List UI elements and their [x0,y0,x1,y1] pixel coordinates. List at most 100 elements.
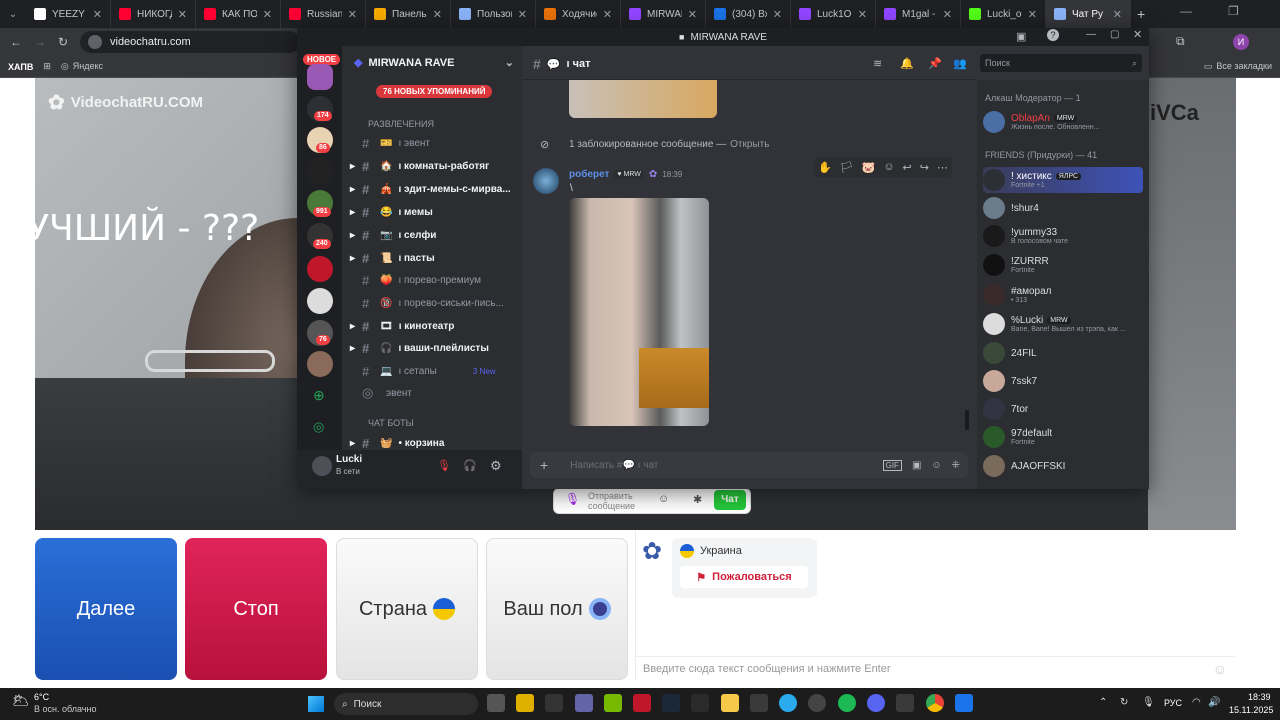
mic-icon[interactable]: 🎙 [565,492,580,506]
site-message-input[interactable]: Введите сюда текст сообщения и нажмите E… [635,656,1235,680]
inbox-icon[interactable]: ▣ [1016,30,1026,43]
apps-icon[interactable]: ⁜ [952,460,960,471]
guild-3[interactable] [307,158,333,184]
windows-start-icon[interactable] [308,696,324,712]
back-icon[interactable]: ← [10,35,22,49]
spotify-icon[interactable] [838,694,856,712]
guild-6[interactable] [307,256,333,282]
smile-icon[interactable]: ☺ [658,493,669,505]
member-item[interactable]: 97default Fortnite [983,424,1052,450]
tab-close-icon[interactable]: ✕ [433,8,442,21]
member-item[interactable]: 7ssk7 [983,368,1037,394]
server-name[interactable]: ◆ MIRWANA RAVE ⌄ [354,56,514,70]
member-item[interactable]: AJAOFFSKI [983,453,1065,479]
nvidia-icon[interactable] [604,694,622,712]
member-item[interactable]: !shur4 [983,195,1039,221]
channel-category[interactable]: РАЗВЛЕЧЕНИЯ [350,115,434,133]
explore-icon[interactable]: ◎ [313,419,324,435]
extensions-icon[interactable]: ⧉ [1176,34,1185,49]
hand-emoji-icon[interactable]: ✋ [818,161,832,174]
browser-tab[interactable]: КАК ПОГИ ✕ [196,0,281,28]
tray-mic-icon[interactable]: 🎙 [1142,697,1155,708]
guild-7[interactable] [307,288,333,314]
add-server-icon[interactable]: ⊕ [313,387,325,404]
app-red-icon[interactable] [633,694,651,712]
browser-tab[interactable]: Russian Ra ✕ [281,0,366,28]
app-circle-icon[interactable] [808,694,826,712]
member-item[interactable]: !yummy33 В голосовом чате [983,223,1068,249]
teams-icon[interactable] [575,694,593,712]
telegram-icon[interactable] [779,694,797,712]
apps-grid-icon[interactable]: ⊞ [43,61,51,72]
author-avatar[interactable] [533,168,559,194]
tab-close-icon[interactable]: ✕ [773,8,782,21]
tab-close-icon[interactable]: ✕ [178,8,187,21]
bell-icon[interactable]: 🔔 [900,57,914,70]
tab-close-icon[interactable]: ✕ [1028,8,1037,21]
minimize-browser-button[interactable]: — [1180,4,1192,18]
language-indicator[interactable]: РУС [1164,698,1182,708]
tab-close-icon[interactable]: ✕ [348,8,357,21]
mini-chat-input[interactable]: Отправить сообщение [588,491,638,511]
tab-close-icon[interactable]: ✕ [518,8,527,21]
new-tab-button[interactable]: + [1137,6,1145,22]
author-name[interactable]: роберет [569,169,609,180]
profile-avatar[interactable]: И [1233,34,1249,50]
wifi-icon[interactable]: ◠ [1192,697,1201,708]
help-icon[interactable]: ? [1047,29,1059,41]
channel-item[interactable]: # 🎫 ı эвент [350,134,430,152]
member-item[interactable]: %Lucki MRW Bane, Bane! Вышел из трэпа, как… [983,311,1126,337]
browser-tab[interactable]: Чат Ру ✕ [1046,0,1131,28]
search-input[interactable]: Поиск ⌕ [980,54,1142,72]
discord-taskbar-icon[interactable] [867,694,885,712]
sticker-icon[interactable]: ▣ [912,460,921,471]
report-button[interactable]: ⚑ Пожаловаться [680,566,808,588]
channel-item[interactable]: # 🔞 ı порево-сиськи-пись... [350,294,504,312]
rainbow-flag-icon[interactable]: 🏳 [840,161,854,174]
tray-chevron-icon[interactable]: ⌃ [1099,697,1107,708]
weather-icon[interactable]: 🌥 [12,692,30,709]
taskview-icon[interactable] [487,694,505,712]
channel-item[interactable]: # 💻 ı сетапы 3 New [350,362,496,380]
member-item[interactable]: !ZURRR Fortnite [983,252,1049,278]
site-info-icon[interactable] [88,35,102,49]
country-button[interactable]: Страна [336,538,478,680]
channel-item[interactable]: ▸ # 😂 ı мемы [350,203,433,221]
member-item[interactable]: OblapAn MRW Жизнь после. Обновленн... [983,109,1099,135]
browser-tab[interactable]: Панель уп ✕ [366,0,451,28]
browser-tab[interactable]: YEEZY ✕ [26,0,111,28]
open-blocked-link[interactable]: Открыть [730,139,769,150]
more-icon[interactable]: ⋯ [937,161,948,174]
browser-tab[interactable]: Luck1Og ✕ [791,0,876,28]
chrome-icon[interactable] [926,694,944,712]
browser-tab[interactable]: Lucki_og ✕ [961,0,1046,28]
tab-close-icon[interactable]: ✕ [688,8,697,21]
guild-home[interactable] [307,64,333,90]
message-image[interactable] [569,198,709,426]
app-arrow-icon[interactable] [750,694,768,712]
add-attachment-icon[interactable]: + [540,457,548,473]
username[interactable]: Lucki [336,454,362,465]
bookmark-yandex[interactable]: ◎ Яндекс [61,61,103,72]
member-item[interactable]: #аморал • 313 [983,282,1052,308]
channel-item[interactable]: ▸ # 🏠 ı комнаты-работяг [350,157,489,175]
emoji-icon[interactable]: ☺ [1213,661,1227,677]
settings-icon[interactable]: ✱ [693,493,702,506]
pig-emoji-icon[interactable]: 🐷 [862,161,876,174]
browser-tab[interactable]: Ходячие и ✕ [536,0,621,28]
browser-tab[interactable]: (304) Вход ✕ [706,0,791,28]
channel-item[interactable]: ▸ # 🎧 ı ваши-плейлисты [350,339,489,357]
all-bookmarks[interactable]: ▭ Все закладки [1204,61,1272,72]
maximize-browser-button[interactable]: ❐ [1228,4,1239,18]
channel-item[interactable]: ◎ эвент [350,384,412,402]
members-icon[interactable]: 👥 [953,57,967,70]
mini-chat-send-button[interactable]: Чат [714,490,746,510]
tab-close-icon[interactable]: ✕ [943,8,952,21]
tab-close-icon[interactable]: ✕ [93,8,102,21]
reply-icon[interactable]: ↩ [903,161,912,174]
channel-item[interactable]: ▸ # 🎞 ı кинотеатр [350,317,454,335]
tab-close-icon[interactable]: ✕ [263,8,272,21]
pin-icon[interactable]: 📌 [928,57,942,70]
browser-tab[interactable]: MIRWANA ✕ [621,0,706,28]
guild-9[interactable] [307,351,333,377]
